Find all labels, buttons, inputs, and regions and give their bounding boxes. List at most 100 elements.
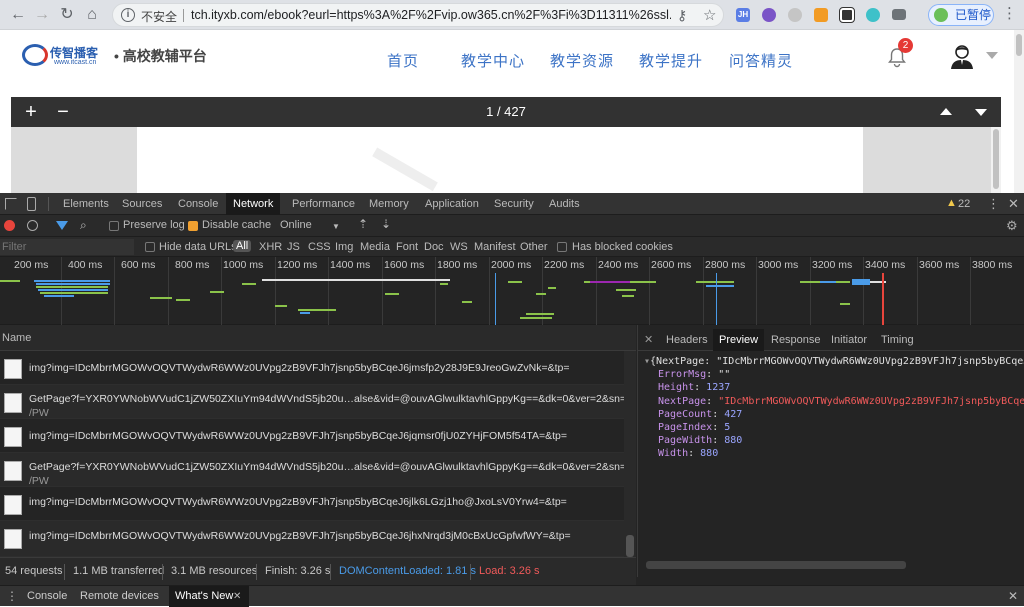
tab-application[interactable]: Application — [418, 193, 486, 215]
table-row[interactable]: img?img=IDcMbrrMGOWvOQVTWydwR6WWz0UVpg2z… — [0, 419, 624, 453]
request-list-scrollbar[interactable] — [624, 351, 636, 557]
warning-count[interactable]: 22 — [958, 198, 970, 210]
filter-type-all[interactable]: All — [233, 240, 252, 252]
next-page-icon[interactable] — [975, 109, 987, 116]
request-list-scroll-thumb[interactable] — [626, 535, 634, 557]
filter-type-xhr[interactable]: XHR — [259, 241, 282, 253]
drawer-tab-whats-new[interactable]: What's New ✕ — [169, 586, 250, 607]
tab-response[interactable]: Response — [765, 329, 827, 351]
nav-home[interactable]: 首页 — [387, 50, 419, 71]
monitor-extension-icon[interactable] — [892, 9, 906, 20]
hide-data-urls-checkbox[interactable] — [145, 242, 155, 252]
page-scroll-thumb[interactable] — [1016, 34, 1022, 56]
url-text[interactable]: tch.ityxb.com/ebook?eurl=https%3A%2F%2Fv… — [191, 8, 671, 22]
address-bar[interactable]: i 不安全 tch.ityxb.com/ebook?eurl=https%3A%… — [112, 3, 724, 27]
home-icon[interactable]: ⌂ — [82, 5, 102, 25]
filter-icon[interactable] — [56, 221, 68, 230]
request-name: GetPage?f=YXR0YWNobWVudC1jZW50ZXIuYm94dW… — [29, 393, 624, 405]
table-row[interactable]: GetPage?f=YXR0YWNobWVudC1jZW50ZXIuYm94dW… — [0, 385, 624, 419]
filter-type-css[interactable]: CSS — [308, 241, 331, 253]
filter-type-manifest[interactable]: Manifest — [474, 241, 516, 253]
device-toolbar-icon[interactable] — [27, 197, 36, 211]
key-icon[interactable]: ⚷ — [677, 7, 687, 24]
profile-paused-button[interactable]: 已暂停 — [928, 4, 994, 26]
preserve-log-checkbox[interactable] — [109, 221, 119, 231]
jh-extension-icon[interactable]: JH — [736, 8, 750, 22]
record-icon[interactable] — [4, 220, 15, 231]
tab-sources[interactable]: Sources — [115, 193, 169, 215]
warning-icon[interactable]: ▲ — [946, 197, 957, 209]
filter-type-doc[interactable]: Doc — [424, 241, 444, 253]
filter-type-font[interactable]: Font — [396, 241, 418, 253]
name-column-header[interactable]: Name — [0, 325, 636, 351]
tab-performance[interactable]: Performance — [285, 193, 362, 215]
drawer-menu-icon[interactable]: ⋮ — [6, 589, 18, 603]
network-settings-icon[interactable]: ⚙ — [1006, 218, 1018, 234]
filter-type-other[interactable]: Other — [520, 241, 548, 253]
throttle-chevron-icon[interactable]: ▼ — [332, 222, 340, 231]
drawer-tab-console[interactable]: Console — [21, 586, 73, 607]
drawer-tab-remote-devices[interactable]: Remote devices — [74, 586, 165, 607]
user-avatar[interactable] — [948, 42, 976, 70]
tab-initiator[interactable]: Initiator — [825, 329, 873, 351]
reload-icon[interactable]: ↻ — [57, 5, 77, 25]
tab-timing[interactable]: Timing — [875, 329, 920, 351]
folder-extension-icon[interactable] — [814, 8, 828, 22]
json-root-line[interactable]: ▾{NextPage: "IDcMbrrMGOWvOQVTWydwR6WWz0U… — [644, 355, 1024, 368]
page-scrollbar[interactable] — [1014, 30, 1024, 193]
info-icon[interactable]: i — [121, 8, 135, 22]
tab-audits[interactable]: Audits — [542, 193, 587, 215]
filter-type-js[interactable]: JS — [287, 241, 300, 253]
throttle-select[interactable]: Online — [280, 219, 312, 231]
close-detail-icon[interactable]: ✕ — [644, 333, 653, 346]
blocked-cookies-label: Has blocked cookies — [572, 241, 673, 253]
clear-icon[interactable] — [27, 220, 38, 231]
document-scrollbar[interactable] — [991, 127, 1001, 193]
back-icon[interactable]: ← — [8, 5, 28, 25]
filter-type-media[interactable]: Media — [360, 241, 390, 253]
site-logo[interactable]: 传智播客 www.itcast.cn • 高校教辅平台 — [22, 42, 207, 70]
request-bar — [0, 280, 20, 282]
chrome-extension-icon[interactable] — [866, 8, 880, 22]
qr-extension-icon[interactable] — [839, 7, 855, 23]
forward-icon[interactable]: → — [32, 5, 52, 25]
nav-teaching-improve[interactable]: 教学提升 — [639, 50, 703, 71]
document-scroll-thumb[interactable] — [993, 129, 999, 189]
preview-horizontal-scrollbar[interactable] — [646, 561, 906, 569]
tab-memory[interactable]: Memory — [362, 193, 416, 215]
browser-menu-icon[interactable]: ⋮ — [1002, 6, 1017, 22]
table-row[interactable]: GetPage?f=YXR0YWNobWVudC1jZW50ZXIuYm94dW… — [0, 453, 624, 487]
disable-cache-checkbox[interactable] — [188, 221, 198, 231]
close-drawer-icon[interactable]: ✕ — [1008, 589, 1018, 603]
nav-teaching-resources[interactable]: 教学资源 — [550, 50, 614, 71]
globe-extension-icon[interactable] — [762, 8, 776, 22]
table-row[interactable]: img?img=IDcMbrrMGOWvOQVTWydwR6WWz0UVpg2z… — [0, 351, 624, 385]
blocked-cookies-checkbox[interactable] — [557, 242, 567, 252]
tab-preview[interactable]: Preview — [713, 329, 765, 351]
bookmark-star-icon[interactable]: ☆ — [703, 6, 716, 24]
filter-type-img[interactable]: Img — [335, 241, 353, 253]
tab-security[interactable]: Security — [487, 193, 541, 215]
table-row[interactable]: img?img=IDcMbrrMGOWvOQVTWydwR6WWz0UVpg2z… — [0, 487, 624, 521]
tab-network[interactable]: Network — [226, 193, 281, 215]
previous-page-icon[interactable] — [940, 108, 952, 115]
nav-teaching-center[interactable]: 教学中心 — [461, 50, 525, 71]
filter-input[interactable] — [0, 239, 134, 255]
chevron-down-icon[interactable] — [986, 52, 998, 59]
close-devtools-icon[interactable]: ✕ — [1008, 196, 1019, 212]
json-preview[interactable]: ▾{NextPage: "IDcMbrrMGOWvOQVTWydwR6WWz0U… — [644, 355, 1024, 461]
tab-elements[interactable]: Elements — [56, 193, 116, 215]
nav-qa[interactable]: 问答精灵 — [729, 50, 793, 71]
table-row[interactable]: img?img=IDcMbrrMGOWvOQVTWydwR6WWz0UVpg2z… — [0, 521, 624, 557]
devtools-menu-icon[interactable]: ⋮ — [987, 196, 1000, 212]
search-icon[interactable]: ⌕ — [80, 218, 87, 233]
import-har-icon[interactable]: ⇡ — [358, 217, 368, 231]
tab-console[interactable]: Console — [171, 193, 225, 215]
filter-type-ws[interactable]: WS — [450, 241, 468, 253]
gear-extension-icon[interactable] — [788, 8, 802, 22]
close-tab-icon[interactable]: ✕ — [233, 586, 241, 607]
tab-headers[interactable]: Headers — [660, 329, 714, 351]
inspect-element-icon[interactable] — [5, 198, 17, 210]
drawer-tab-whats-new-label: What's New — [175, 590, 234, 602]
export-har-icon[interactable]: ⇣ — [381, 217, 391, 231]
